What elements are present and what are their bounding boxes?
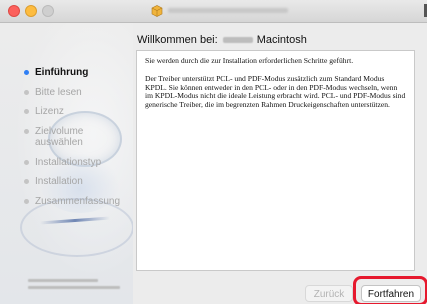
copyright-redacted: [28, 279, 133, 293]
product-name-redacted: [222, 37, 253, 44]
step-current-dot: [24, 70, 29, 75]
step-label: Installation: [35, 176, 83, 187]
installer-window: Einführung Bitte lesen Lizenz Zielvolume…: [0, 0, 427, 304]
step-dot: [24, 198, 29, 204]
redacted-line: [28, 279, 98, 282]
step-dot: [24, 89, 29, 95]
step-bitte-lesen: Bitte lesen: [0, 87, 133, 99]
step-installation: Installation: [0, 176, 133, 188]
driver-description-paragraph: Der Treiber unterstützt PCL- und PDF-Mod…: [145, 73, 406, 110]
close-window-icon[interactable]: [8, 5, 20, 17]
back-button[interactable]: Zurück: [305, 285, 353, 302]
window-title-redacted: [168, 8, 288, 13]
welcome-suffix: Macintosh: [256, 34, 307, 46]
step-lizenz: Lizenz: [0, 106, 133, 118]
welcome-prefix: Willkommen bei:: [137, 34, 218, 46]
step-label: Lizenz: [35, 106, 64, 117]
installer-sidebar: Einführung Bitte lesen Lizenz Zielvolume…: [0, 23, 133, 304]
step-label: Zusammenfassung: [35, 195, 121, 207]
introduction-text-panel: Sie werden durch die zur Installation er…: [136, 50, 415, 271]
step-dot: [24, 179, 29, 184]
continue-button-highlight: [353, 276, 427, 304]
step-dot: [24, 128, 29, 134]
step-zusammenfassung: Zusammenfassung: [0, 196, 133, 208]
welcome-heading: Willkommen bei: Macintosh: [137, 34, 307, 46]
step-dot: [24, 159, 29, 165]
package-icon: [151, 5, 163, 17]
step-label: Einführung: [35, 67, 89, 78]
step-label: Installationstyp: [35, 156, 102, 168]
step-installationstyp: Installationstyp: [0, 157, 133, 169]
step-dot: [24, 109, 29, 114]
minimize-window-icon[interactable]: [25, 5, 37, 17]
zoom-window-icon[interactable]: [42, 5, 54, 17]
intro-paragraph: Sie werden durch die zur Installation er…: [145, 56, 354, 65]
step-zielvolume: Zielvolume auswählen: [0, 126, 133, 149]
step-label: Zielvolume auswählen: [35, 125, 84, 149]
step-label: Bitte lesen: [35, 86, 82, 98]
installation-steps: Einführung Bitte lesen Lizenz Zielvolume…: [0, 67, 133, 215]
redacted-line: [28, 286, 120, 289]
title-bar[interactable]: [0, 0, 427, 23]
step-einfuehrung: Einführung: [0, 67, 133, 79]
